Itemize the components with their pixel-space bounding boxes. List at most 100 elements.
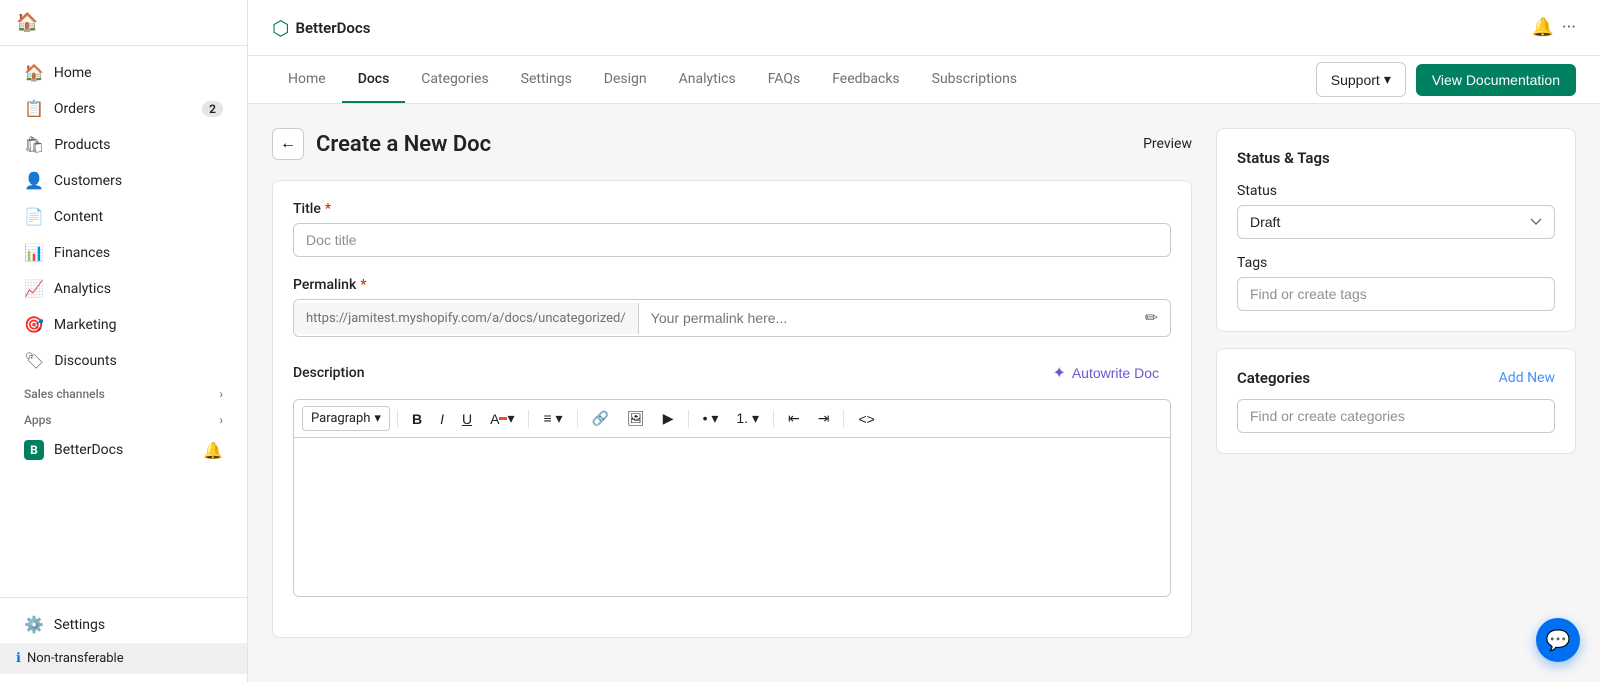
support-button[interactable]: Support ▾ bbox=[1316, 62, 1406, 97]
sidebar-item-label: Home bbox=[54, 65, 92, 81]
content-area: ← Create a New Doc Preview Title * bbox=[248, 104, 1600, 682]
sidebar-item-settings[interactable]: ⚙️ Settings bbox=[8, 607, 239, 642]
topbar-logo: ⬡ BetterDocs bbox=[272, 16, 370, 40]
page-title: Create a New Doc bbox=[316, 132, 491, 157]
sidebar-item-customers[interactable]: 👤 Customers bbox=[8, 163, 239, 198]
unordered-list-button[interactable]: • ▾ bbox=[696, 406, 726, 431]
app-name-label: BetterDocs bbox=[54, 442, 123, 458]
add-new-link[interactable]: Add New bbox=[1499, 370, 1555, 386]
sales-channels-chevron: › bbox=[219, 387, 223, 401]
toolbar-separator-1 bbox=[397, 410, 398, 428]
indent-button[interactable]: ⇥ bbox=[811, 406, 837, 431]
sidebar-item-content[interactable]: 📄 Content bbox=[8, 199, 239, 234]
sidebar-nav: 🏠 Home 📋 Orders 2 🛍 Products 👤 Customers… bbox=[0, 46, 247, 597]
nav-tabs-actions: Support ▾ View Documentation bbox=[1316, 62, 1576, 97]
italic-button[interactable]: I bbox=[433, 407, 451, 431]
editor-toolbar: Paragraph ▾ B I U A ▾ ≡ ▾ 🔗 🖼 ▶ bbox=[293, 399, 1171, 437]
sidebar-item-label: Finances bbox=[54, 245, 110, 261]
bold-button[interactable]: B bbox=[405, 407, 429, 431]
autowrite-button[interactable]: ✦ Autowrite Doc bbox=[1040, 357, 1171, 389]
sidebar-item-analytics[interactable]: 📈 Analytics bbox=[8, 271, 239, 306]
ordered-list-button[interactable]: 1. ▾ bbox=[729, 406, 766, 431]
tab-home[interactable]: Home bbox=[272, 57, 342, 103]
sidebar-item-finances[interactable]: 📊 Finances bbox=[8, 235, 239, 270]
align-button[interactable]: ≡ ▾ bbox=[536, 406, 569, 431]
text-color-button[interactable]: A ▾ bbox=[483, 406, 521, 431]
app-bell-icon: 🔔 bbox=[203, 441, 223, 460]
tab-design[interactable]: Design bbox=[588, 57, 663, 103]
title-label: Title * bbox=[293, 201, 1171, 217]
sidebar-item-label: Analytics bbox=[54, 281, 111, 297]
nav-tabs: Home Docs Categories Settings Design Ana… bbox=[248, 56, 1600, 104]
permalink-edit-button[interactable]: ✏ bbox=[1133, 300, 1170, 336]
marketing-icon: 🎯 bbox=[24, 315, 44, 334]
sidebar-item-betterdocs[interactable]: B BetterDocs 🔔 bbox=[8, 432, 239, 468]
chat-bubble[interactable]: 💬 bbox=[1536, 618, 1580, 662]
tab-subscriptions[interactable]: Subscriptions bbox=[916, 57, 1033, 103]
topbar-bell-icon[interactable]: 🔔 bbox=[1531, 17, 1553, 38]
chat-bubble-icon: 💬 bbox=[1546, 628, 1571, 652]
sidebar-item-label: Products bbox=[54, 137, 110, 153]
form-area: ← Create a New Doc Preview Title * bbox=[272, 128, 1192, 658]
paragraph-select[interactable]: Paragraph ▾ bbox=[302, 406, 390, 431]
code-button[interactable]: <> bbox=[851, 407, 881, 431]
home-icon: 🏠 bbox=[24, 63, 44, 82]
toolbar-separator-5 bbox=[773, 410, 774, 428]
paragraph-label: Paragraph bbox=[311, 411, 370, 426]
sidebar-item-orders[interactable]: 📋 Orders 2 bbox=[8, 91, 239, 126]
permalink-label: Permalink * bbox=[293, 277, 1171, 293]
permalink-field-group: Permalink * https://jamitest.myshopify.c… bbox=[293, 277, 1171, 337]
orders-icon: 📋 bbox=[24, 99, 44, 118]
non-transferable-label: Non-transferable bbox=[27, 651, 124, 666]
tab-faqs[interactable]: FAQs bbox=[752, 57, 817, 103]
outdent-button[interactable]: ⇤ bbox=[781, 406, 807, 431]
link-button[interactable]: 🔗 bbox=[585, 406, 616, 431]
preview-link[interactable]: Preview bbox=[1143, 136, 1192, 152]
underline-button[interactable]: U bbox=[455, 407, 479, 431]
form-header: ← Create a New Doc Preview bbox=[272, 128, 1192, 160]
tags-input[interactable] bbox=[1237, 277, 1555, 311]
sidebar: 🏠 🏠 Home 📋 Orders 2 🛍 Products 👤 Custome… bbox=[0, 0, 248, 682]
settings-icon: ⚙️ bbox=[24, 615, 44, 634]
status-select[interactable]: Draft Published bbox=[1237, 205, 1555, 239]
image-button[interactable]: 🖼 bbox=[620, 406, 652, 431]
sales-channels-section[interactable]: Sales channels › bbox=[0, 379, 247, 405]
main-area: ⬡ BetterDocs 🔔 ··· Home Docs Categories … bbox=[248, 0, 1600, 682]
toolbar-separator-2 bbox=[528, 410, 529, 428]
topbar: ⬡ BetterDocs 🔔 ··· bbox=[248, 0, 1600, 56]
settings-label: Settings bbox=[54, 617, 105, 633]
apps-chevron: › bbox=[219, 413, 223, 427]
orders-badge: 2 bbox=[202, 101, 223, 117]
editor-body[interactable] bbox=[293, 437, 1171, 597]
categories-input[interactable] bbox=[1237, 399, 1555, 433]
view-documentation-button[interactable]: View Documentation bbox=[1416, 64, 1576, 96]
sidebar-item-discounts[interactable]: 🏷 Discounts bbox=[8, 343, 239, 378]
tab-docs[interactable]: Docs bbox=[342, 57, 406, 103]
sidebar-item-products[interactable]: 🛍 Products bbox=[8, 127, 239, 162]
sidebar-item-label: Content bbox=[54, 209, 103, 225]
apps-section[interactable]: Apps › bbox=[0, 405, 247, 431]
betterdocs-app-icon: B bbox=[24, 440, 44, 460]
back-button[interactable]: ← bbox=[272, 128, 304, 160]
video-button[interactable]: ▶ bbox=[656, 406, 681, 431]
tab-categories[interactable]: Categories bbox=[405, 57, 504, 103]
sales-channels-label: Sales channels bbox=[24, 387, 105, 401]
topbar-more-icon[interactable]: ··· bbox=[1562, 17, 1576, 38]
sidebar-bottom: ⚙️ Settings ℹ Non-transferable bbox=[0, 597, 247, 682]
betterdocs-logo-icon: ⬡ bbox=[272, 16, 289, 40]
nav-tabs-list: Home Docs Categories Settings Design Ana… bbox=[272, 57, 1033, 103]
title-input[interactable] bbox=[293, 223, 1171, 257]
home-nav-icon: 🏠 bbox=[16, 12, 38, 33]
toolbar-separator-6 bbox=[843, 410, 844, 428]
tab-analytics[interactable]: Analytics bbox=[663, 57, 752, 103]
permalink-input[interactable] bbox=[639, 302, 1133, 334]
tab-settings[interactable]: Settings bbox=[505, 57, 588, 103]
support-label: Support bbox=[1331, 72, 1380, 88]
tab-feedbacks[interactable]: Feedbacks bbox=[816, 57, 915, 103]
categories-card: Categories Add New bbox=[1216, 348, 1576, 454]
status-tags-title: Status & Tags bbox=[1237, 149, 1555, 167]
toolbar-separator-4 bbox=[688, 410, 689, 428]
sidebar-item-home[interactable]: 🏠 Home bbox=[8, 55, 239, 90]
sidebar-item-marketing[interactable]: 🎯 Marketing bbox=[8, 307, 239, 342]
description-field-group: Description ✦ Autowrite Doc Paragraph ▾ bbox=[293, 357, 1171, 597]
